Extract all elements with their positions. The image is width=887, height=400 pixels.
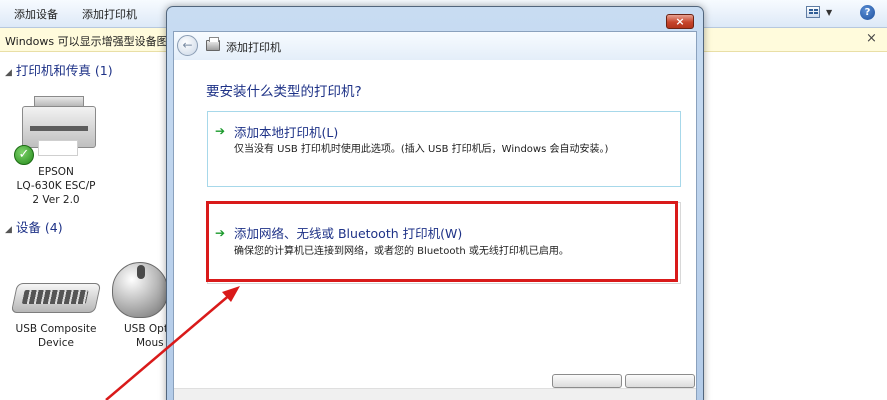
back-arrow-icon[interactable]: ←	[177, 35, 198, 56]
chevron-down-icon[interactable]: ▼	[826, 8, 832, 17]
printer-label-line1: EPSON	[38, 166, 74, 178]
dialog-nav-bar: ← 添加打印机	[174, 32, 696, 60]
dialog-button-bar	[174, 388, 696, 400]
add-printer-button[interactable]: 添加打印机	[82, 6, 137, 22]
help-icon[interactable]: ?	[860, 5, 875, 20]
keyboard-device-label[interactable]: USB Composite Device	[6, 322, 106, 350]
dialog-question: 要安装什么类型的打印机?	[206, 84, 362, 100]
close-icon[interactable]: ×	[866, 31, 877, 46]
devices-group-label: 设备 (4)	[15, 220, 63, 235]
collapse-triangle-icon[interactable]: ◢	[5, 68, 12, 78]
collapse-triangle-icon[interactable]: ◢	[5, 225, 12, 235]
printer-device-label[interactable]: EPSON LQ-630K ESC/P 2 Ver 2.0	[6, 165, 106, 207]
keyboard-device-icon[interactable]	[10, 283, 102, 313]
printer-label-line3: 2 Ver 2.0	[32, 194, 80, 206]
printer-label-line2: LQ-630K ESC/P	[16, 180, 96, 192]
add-device-button[interactable]: 添加设备	[14, 6, 58, 22]
printer-icon	[206, 37, 220, 51]
devices-group-header[interactable]: ◢ 设备 (4)	[5, 217, 63, 236]
add-local-printer-option[interactable]: ➔ 添加本地打印机(L) 仅当没有 USB 打印机时使用此选项。(插入 USB …	[207, 111, 681, 187]
view-options-icon[interactable]	[806, 6, 820, 18]
next-button[interactable]	[552, 374, 622, 388]
option-description: 仅当没有 USB 打印机时使用此选项。(插入 USB 打印机后，Windows …	[234, 144, 609, 155]
keyboard-label-line2: Device	[38, 337, 74, 349]
mouse-device-icon[interactable]	[112, 262, 168, 318]
option-title: 添加本地打印机(L)	[234, 125, 339, 140]
printers-group-label: 打印机和传真 (1)	[15, 63, 113, 78]
highlight-annotation-box	[206, 201, 678, 282]
green-arrow-icon: ➔	[215, 124, 226, 138]
cancel-button[interactable]	[625, 374, 695, 388]
dialog-title: 添加打印机	[226, 41, 281, 54]
keyboard-label-line1: USB Composite	[15, 323, 97, 335]
dialog-close-button[interactable]: ×	[666, 14, 694, 29]
info-bar-text[interactable]: Windows 可以显示增强型设备图标	[5, 33, 179, 49]
default-printer-check-icon: ✓	[14, 145, 34, 165]
printers-group-header[interactable]: ◢ 打印机和传真 (1)	[5, 60, 113, 79]
